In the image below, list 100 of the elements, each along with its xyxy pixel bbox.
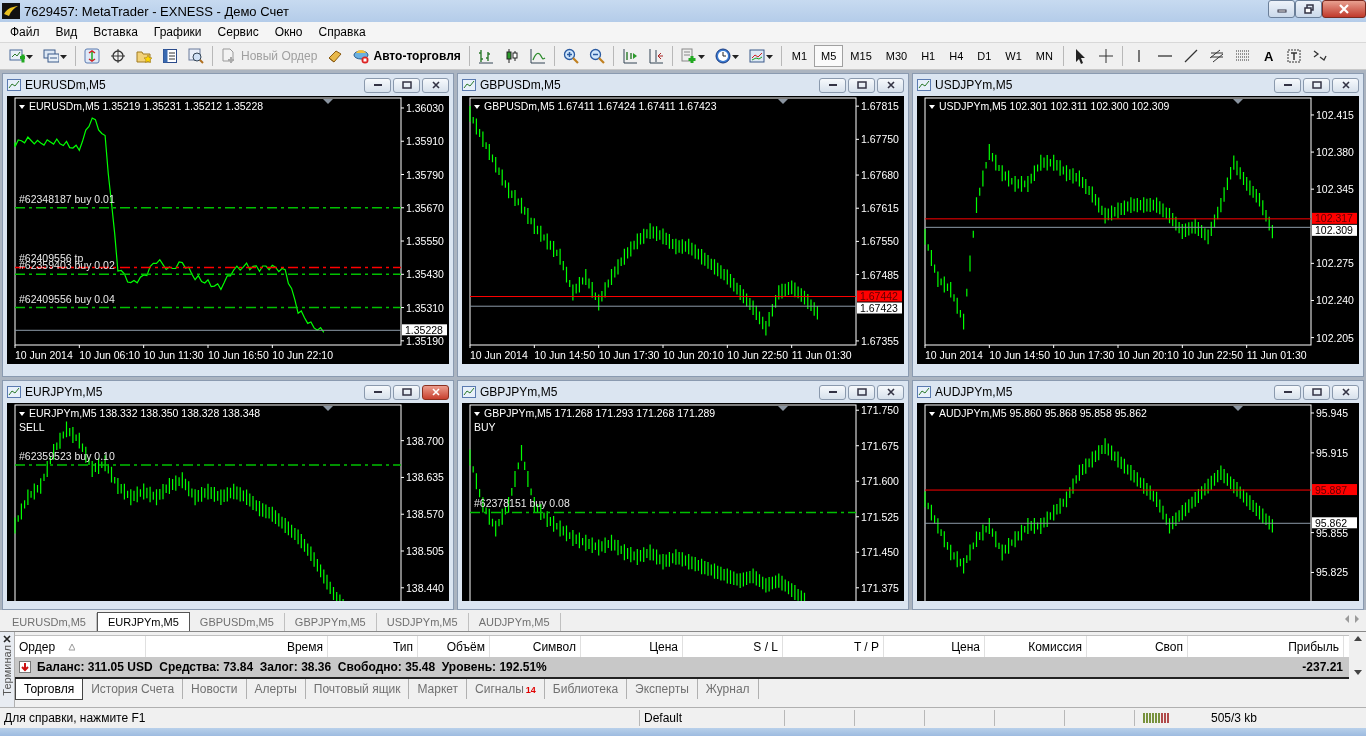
line-chart-icon[interactable] xyxy=(529,48,546,64)
terminal-tab[interactable]: Торговля xyxy=(15,679,84,700)
bar-chart-icon[interactable] xyxy=(477,48,494,64)
chart-tab[interactable]: EURJPYm,M5 xyxy=(96,612,190,631)
close-button[interactable] xyxy=(877,77,904,93)
chart-tab[interactable]: AUDJPYm,M5 xyxy=(468,613,561,631)
terminal-tab[interactable]: Почтовый ящик xyxy=(305,679,410,699)
minimize-button[interactable] xyxy=(819,77,846,93)
menu-item[interactable]: Справка xyxy=(310,25,374,39)
dropdown-icon[interactable] xyxy=(929,105,935,109)
menu-item[interactable]: Файл xyxy=(2,25,48,39)
close-button[interactable] xyxy=(422,77,449,93)
dropdown-icon[interactable] xyxy=(19,105,25,109)
shift-marker-icon[interactable] xyxy=(1233,99,1243,104)
templates-icon[interactable] xyxy=(748,48,765,64)
restore-button[interactable] xyxy=(1303,77,1330,93)
zoom-in-icon[interactable] xyxy=(562,48,579,64)
shift-marker-icon[interactable] xyxy=(323,406,333,411)
restore-icon[interactable] xyxy=(1303,4,1314,14)
dropdown-icon[interactable] xyxy=(474,105,480,109)
timeframe-button[interactable]: M1 xyxy=(784,45,815,67)
close-icon[interactable] xyxy=(885,81,896,89)
menu-item[interactable]: Вставка xyxy=(85,25,146,39)
terminal-tab[interactable]: Журнал xyxy=(697,679,759,699)
timeframe-button[interactable]: W1 xyxy=(998,45,1029,67)
dropdown-icon[interactable] xyxy=(929,412,935,416)
timeframe-button[interactable]: M15 xyxy=(843,45,879,67)
autoscroll-icon[interactable] xyxy=(647,48,664,64)
timeframe-button[interactable]: M5 xyxy=(814,45,844,67)
restore-button[interactable] xyxy=(848,384,875,400)
timeframe-button[interactable]: D1 xyxy=(970,45,999,67)
close-icon[interactable] xyxy=(1340,81,1351,89)
close-icon[interactable] xyxy=(3,635,11,643)
restore-icon[interactable] xyxy=(856,81,867,89)
restore-button[interactable] xyxy=(848,77,875,93)
restore-icon[interactable] xyxy=(856,388,867,396)
restore-button[interactable] xyxy=(1295,0,1322,18)
minimize-button[interactable] xyxy=(364,384,391,400)
minimize-button[interactable] xyxy=(364,77,391,93)
restore-icon[interactable] xyxy=(401,81,412,89)
restore-button[interactable] xyxy=(393,384,420,400)
minimize-button[interactable] xyxy=(1274,384,1301,400)
text-label-icon[interactable] xyxy=(1286,48,1303,64)
terminal-tab[interactable]: Эксперты xyxy=(627,679,698,699)
text-tool[interactable]: A xyxy=(1255,48,1282,64)
zoom-out-icon[interactable] xyxy=(588,48,605,64)
close-icon[interactable] xyxy=(885,388,896,396)
close-icon[interactable] xyxy=(1340,388,1351,396)
clock-icon[interactable] xyxy=(714,48,731,64)
market-watch-icon[interactable] xyxy=(84,48,100,64)
terminal-tab[interactable]: Маркет xyxy=(409,679,468,699)
terminal-tab[interactable]: Библиотека xyxy=(544,679,628,699)
autotrading-button[interactable]: Авто-торговля xyxy=(348,44,466,68)
close-icon[interactable] xyxy=(430,81,441,89)
menu-item[interactable]: Вид xyxy=(47,25,86,39)
minimize-button[interactable] xyxy=(819,384,846,400)
shift-marker-icon[interactable] xyxy=(1233,406,1243,411)
shift-marker-icon[interactable] xyxy=(778,99,788,104)
chart-tab[interactable]: EURUSDm,M5 xyxy=(2,613,97,631)
restore-button[interactable] xyxy=(393,77,420,93)
terminal-icon[interactable] xyxy=(162,48,178,64)
terminal-tab[interactable]: История Счета xyxy=(83,679,184,699)
scroll-up-icon[interactable] xyxy=(1353,636,1362,641)
timeframe-button[interactable]: H4 xyxy=(942,45,971,67)
robot-icon[interactable] xyxy=(353,48,370,64)
restore-button[interactable] xyxy=(1303,384,1330,400)
close-button[interactable] xyxy=(422,384,449,400)
terminal-tab[interactable]: Новости xyxy=(183,679,247,699)
close-button[interactable] xyxy=(1322,0,1366,18)
profiles-icon[interactable] xyxy=(43,48,59,64)
close-button[interactable] xyxy=(1332,384,1359,400)
restore-icon[interactable] xyxy=(401,388,412,396)
chart-shift-icon[interactable] xyxy=(621,48,638,64)
menu-item[interactable]: Сервис xyxy=(209,25,267,39)
close-button[interactable] xyxy=(877,384,904,400)
trendline-icon[interactable] xyxy=(1182,48,1199,64)
close-button[interactable] xyxy=(1332,77,1359,93)
dropdown-icon[interactable] xyxy=(474,412,480,416)
new-chart-icon[interactable] xyxy=(9,48,25,64)
menu-item[interactable]: Окно xyxy=(266,25,311,39)
timeframe-button[interactable]: H1 xyxy=(914,45,943,67)
channel-icon[interactable] xyxy=(1208,48,1225,64)
restore-icon[interactable] xyxy=(1311,388,1322,396)
tester-icon[interactable] xyxy=(188,48,204,64)
chart-tab[interactable]: USDJPYm,M5 xyxy=(376,613,469,631)
timeframe-button[interactable]: MN xyxy=(1028,45,1060,67)
shift-marker-icon[interactable] xyxy=(778,406,788,411)
timeframe-button[interactable]: M30 xyxy=(878,45,915,67)
terminal-tab[interactable]: Алерты xyxy=(246,679,306,699)
chart-tab[interactable]: GBPJPYm,M5 xyxy=(284,613,377,631)
chart-tab[interactable]: GBPUSDm,M5 xyxy=(189,613,285,631)
candlestick-icon[interactable] xyxy=(503,48,520,64)
terminal-tab[interactable]: Сигналы 14 xyxy=(467,679,545,699)
crosshair-circle-icon[interactable] xyxy=(110,48,126,64)
shift-marker-icon[interactable] xyxy=(323,99,333,104)
crosshair-icon[interactable] xyxy=(1097,48,1114,64)
minimize-button[interactable] xyxy=(1274,77,1301,93)
restore-icon[interactable] xyxy=(1311,81,1322,89)
dropdown-icon[interactable] xyxy=(19,412,25,416)
menu-item[interactable]: Графики xyxy=(145,25,210,39)
